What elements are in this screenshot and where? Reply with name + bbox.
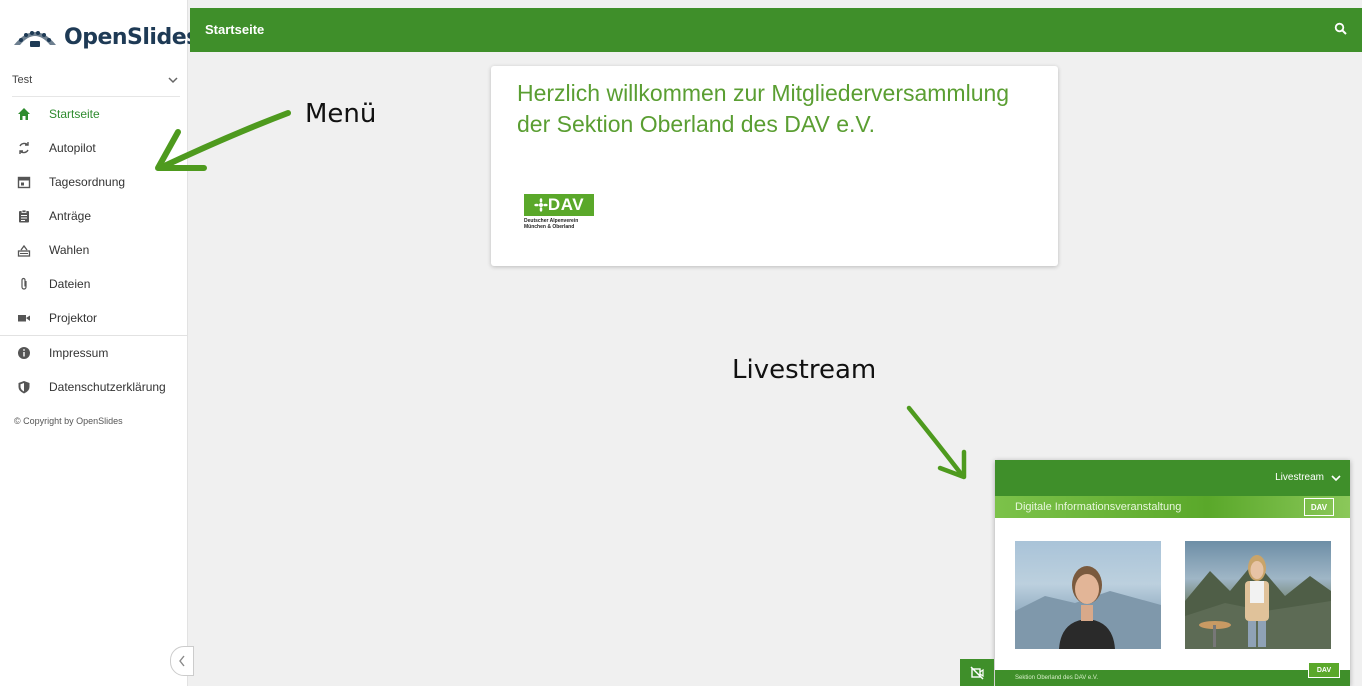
annotation-menu-label: Menü [305,99,377,129]
nav-label: Projektor [49,311,98,325]
nav-item-autopilot[interactable]: Autopilot [0,131,187,165]
sidebar-collapse-button[interactable] [170,646,194,676]
welcome-title: Herzlich willkommen zur Mitgliederversam… [517,78,1047,140]
openslides-logo[interactable]: OpenSlides [12,20,199,54]
nav-item-startseite[interactable]: Startseite [0,97,187,131]
chevron-down-icon[interactable] [1330,472,1342,484]
copyright-text[interactable]: © Copyright by OpenSlides [14,416,123,426]
home-icon [16,106,32,122]
clipboard-icon [16,208,32,224]
nav-item-dateien[interactable]: Dateien [0,267,187,301]
welcome-card: Herzlich willkommen zur Mitgliederversam… [491,66,1058,266]
paperclip-icon [16,276,32,292]
chevron-left-icon [179,655,185,667]
nav-label: Tagesordnung [49,175,126,189]
shield-icon [16,379,32,395]
livestream-header-label: Livestream [1275,472,1324,483]
speaker-standing-image [1185,555,1331,649]
nav-item-antraege[interactable]: Anträge [0,199,187,233]
livestream-banner-text: Digitale Informationsveranstaltung [1015,501,1182,513]
livestream-footer-logo: DAV [1308,662,1340,678]
nav-label: Wahlen [49,243,90,257]
page-title: Startseite [205,22,265,37]
nav-label: Anträge [49,209,92,223]
nav-label: Autopilot [49,141,96,155]
livestream-footer-text: Sektion Oberland des DAV e.V. [1015,675,1099,681]
annotation-livestream-label: Livestream [732,355,877,385]
main-nav: Startseite Autopilot Tagesordnung Anträg… [0,97,187,404]
meeting-name: Test [12,74,33,86]
videocam-off-icon [970,665,984,680]
livestream-banner-logo: DAV [1304,498,1334,516]
sidebar: OpenSlides Test Startseite Autopilot Tag… [0,0,199,686]
livestream-footer: Sektion Oberland des DAV e.V. DAV [995,662,1350,686]
autopilot-icon [16,140,32,156]
livestream-video-speaker-1[interactable] [1015,541,1161,649]
meeting-selector[interactable]: Test [12,70,180,97]
dav-logo-box: DAV [524,194,594,216]
nav-item-projektor[interactable]: Projektor [0,301,187,335]
info-icon [16,345,32,361]
search-button[interactable] [1334,22,1348,41]
search-icon [1334,22,1347,35]
dav-logo: DAV Deutscher Alpenverein München & Ober… [524,194,594,230]
speaker-portrait-image [1015,566,1161,649]
livestream-banner: Digitale Informationsveranstaltung DAV [995,496,1350,518]
nav-label: Startseite [49,107,100,121]
annotation-arrow-livestream [906,405,967,480]
openslides-seats-icon [14,31,56,47]
ballot-icon [16,242,32,258]
top-bar: Startseite [190,8,1362,52]
livestream-video-speaker-2[interactable] [1185,541,1331,649]
livestream-panel: Livestream Digitale Informationsveransta… [995,460,1350,686]
nav-label: Datenschutzerklärung [49,380,166,394]
nav-item-datenschutz[interactable]: Datenschutzerklärung [0,370,187,404]
edelweiss-icon [534,198,548,212]
livestream-toggle-button[interactable] [960,659,994,686]
calendar-icon [16,174,32,190]
welcome-title-line1: Herzlich willkommen zur Mitgliederversam… [517,80,1010,106]
welcome-title-line2: der Sektion Oberland des DAV e.V. [517,111,875,137]
chevron-down-icon [168,77,178,84]
videocam-icon [16,310,32,326]
nav-label: Impressum [49,346,109,360]
nav-item-tagesordnung[interactable]: Tagesordnung [0,165,187,199]
nav-label: Dateien [49,277,91,291]
dav-logo-sub2: München & Oberland [524,224,575,230]
dav-logo-text: DAV [547,195,585,214]
nav-item-wahlen[interactable]: Wahlen [0,233,187,267]
nav-item-impressum[interactable]: Impressum [0,336,187,370]
dav-logo-subtitle: Deutscher Alpenverein München & Oberland [524,218,594,230]
logo-text: OpenSlides [64,24,199,50]
livestream-header[interactable]: Livestream [995,460,1350,496]
